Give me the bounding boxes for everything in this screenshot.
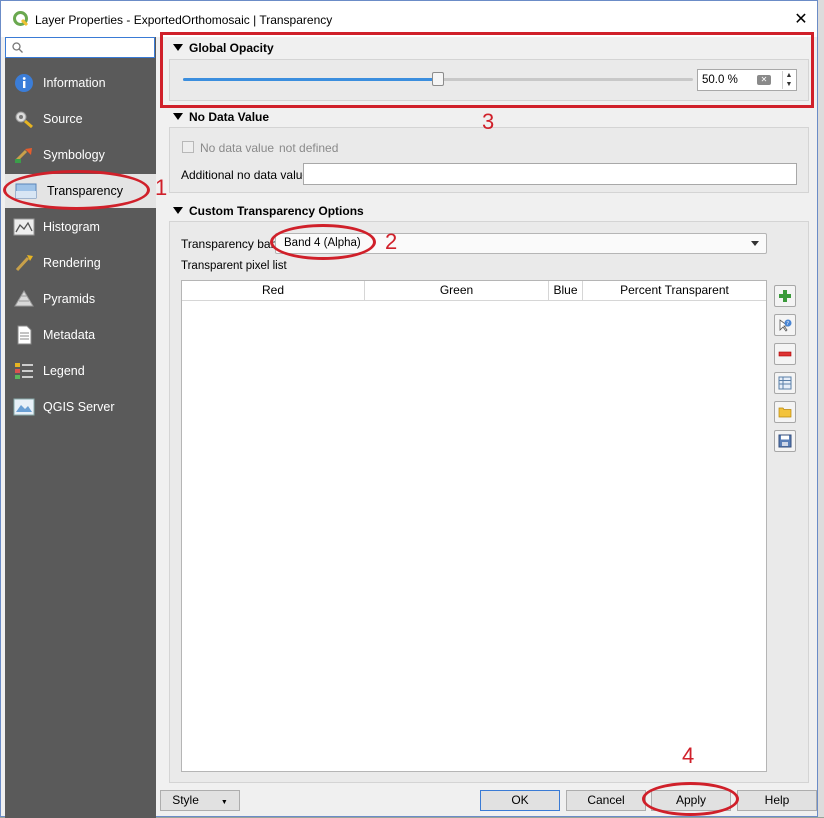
sidebar-item-label: Source [43, 112, 83, 126]
remove-value-icon [778, 351, 792, 357]
import-file-icon [778, 407, 792, 418]
collapse-triangle-icon [173, 44, 183, 51]
opacity-value: 50.0 % [702, 74, 738, 86]
export-file-icon [778, 434, 792, 448]
layer-properties-dialog: Layer Properties - ExportedOrthomosaic |… [0, 0, 818, 818]
collapse-triangle-icon [173, 207, 183, 214]
sidebar-item-symbology[interactable]: Symbology [5, 138, 156, 172]
sidebar-item-transparency[interactable]: Transparency [5, 174, 156, 208]
sidebar-item-label: Pyramids [43, 292, 96, 306]
sidebar-item-label: Rendering [43, 256, 101, 270]
global-opacity-header[interactable]: Global Opacity [173, 41, 274, 55]
add-from-display-icon: ? [779, 319, 792, 332]
close-button[interactable]: ✕ [791, 10, 811, 30]
opacity-slider-fill [183, 78, 438, 81]
sidebar-item-pyramids[interactable]: Pyramids [5, 282, 156, 316]
style-dropdown-icon: ▼ [220, 799, 228, 806]
sidebar-item-label: Information [43, 76, 106, 90]
column-header-percent-transparent[interactable]: Percent Transparent [583, 281, 766, 300]
additional-no-data-input[interactable] [303, 163, 797, 185]
import-file-button[interactable] [774, 401, 796, 423]
sidebar-item-rendering[interactable]: Rendering [5, 246, 156, 280]
chevron-down-icon [751, 241, 759, 246]
sidebar-item-information[interactable]: Information [5, 66, 156, 100]
collapse-triangle-icon [173, 113, 183, 120]
apply-button[interactable]: Apply [651, 790, 731, 811]
export-file-button[interactable] [774, 430, 796, 452]
sidebar-item-qgis-server[interactable]: QGIS Server [5, 390, 156, 424]
symbology-icon [14, 148, 32, 163]
annotation-number-3: 3 [482, 109, 495, 134]
qgis-logo-icon [13, 11, 29, 27]
custom-transparency-header[interactable]: Custom Transparency Options [173, 204, 364, 218]
sidebar-item-metadata[interactable]: Metadata [5, 318, 156, 352]
spin-arrows-icon[interactable]: ▲ ▼ [782, 71, 795, 89]
sidebar-item-label: Metadata [43, 328, 96, 342]
search-box[interactable] [5, 37, 155, 58]
transparency-band-value: Band 4 (Alpha) [284, 237, 361, 249]
default-values-button[interactable] [774, 372, 796, 394]
window-title: Layer Properties - ExportedOrthomosaic |… [35, 13, 333, 27]
title-bar: Layer Properties - ExportedOrthomosaic |… [1, 1, 817, 37]
table-header: Red Green Blue Percent Transparent [182, 281, 766, 301]
add-from-display-button[interactable]: ? [774, 314, 796, 336]
opacity-slider-handle[interactable] [432, 72, 444, 86]
source-icon [15, 111, 33, 129]
sidebar-item-legend[interactable]: Legend [5, 354, 156, 388]
no-data-checkbox-label: No data value [200, 141, 275, 155]
sidebar-item-label: Symbology [43, 148, 105, 162]
metadata-icon [17, 325, 32, 345]
no-data-status: not defined [279, 141, 339, 155]
search-input[interactable] [28, 40, 152, 58]
sidebar-item-label: QGIS Server [43, 400, 115, 414]
add-value-icon [779, 290, 791, 302]
ok-button[interactable]: OK [480, 790, 560, 811]
background-window-edge [818, 0, 824, 817]
legend-icon [15, 363, 33, 379]
histogram-icon [13, 218, 35, 236]
annotation-number-2: 2 [385, 229, 398, 254]
transparent-pixel-table[interactable]: Red Green Blue Percent Transparent [181, 280, 767, 772]
pixel-list-label: Transparent pixel list [181, 260, 287, 272]
default-values-icon [778, 376, 792, 390]
information-icon [15, 74, 33, 92]
help-button[interactable]: Help [737, 790, 817, 811]
svg-text:?: ? [786, 321, 789, 327]
transparency-band-label: Transparency band [181, 237, 284, 251]
search-icon [12, 42, 23, 53]
additional-no-data-label: Additional no data value [181, 168, 310, 182]
annotation-number-4: 4 [682, 743, 695, 768]
annotation-number-1: 1 [155, 175, 168, 200]
no-data-checkbox[interactable] [182, 141, 194, 153]
transparency-icon [15, 183, 37, 199]
style-button[interactable]: Style ▼ [160, 790, 240, 811]
opacity-spinbox[interactable]: 50.0 % ✕ ▲ ▼ [697, 69, 797, 91]
sidebar-item-label: Legend [43, 364, 85, 378]
qgis-server-icon [13, 398, 35, 416]
no-data-header[interactable]: No Data Value [173, 110, 269, 124]
sidebar-item-label: Transparency [47, 184, 123, 198]
column-header-red[interactable]: Red [182, 281, 365, 300]
pyramids-icon [14, 290, 34, 307]
column-header-green[interactable]: Green [365, 281, 549, 300]
clear-icon[interactable]: ✕ [757, 75, 771, 85]
add-value-button[interactable] [774, 285, 796, 307]
column-header-blue[interactable]: Blue [549, 281, 583, 300]
transparency-band-select[interactable]: Band 4 (Alpha) [275, 233, 767, 254]
rendering-icon [15, 255, 33, 272]
sidebar-item-label: Histogram [43, 220, 100, 234]
sidebar-item-source[interactable]: Source [5, 102, 156, 136]
sidebar-item-histogram[interactable]: Histogram [5, 210, 156, 244]
remove-value-button[interactable] [774, 343, 796, 365]
cancel-button[interactable]: Cancel [566, 790, 646, 811]
